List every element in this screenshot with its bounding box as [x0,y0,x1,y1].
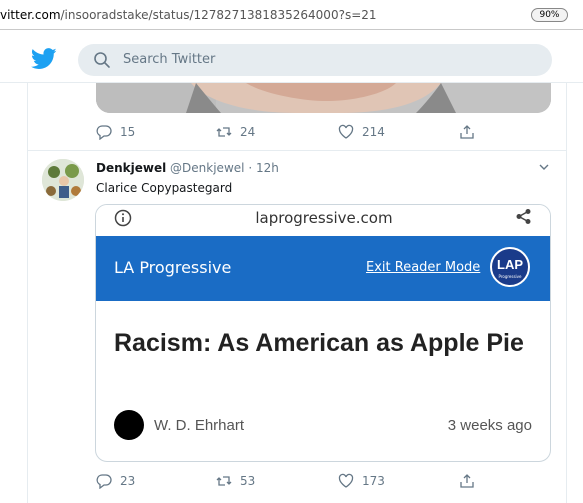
previous-tweet-actions: 15 24 214 [96,122,516,142]
search-input[interactable]: Search Twitter [78,44,552,76]
article-headline[interactable]: Racism: As American as Apple Pie [114,327,534,360]
share-icon[interactable] [515,208,532,225]
author-avatar [114,410,144,440]
like-count: 214 [362,125,385,139]
search-placeholder: Search Twitter [123,52,216,67]
previous-tweet-photo[interactable] [96,83,551,113]
reply-button[interactable]: 15 [96,122,135,142]
site-logo-text: LAP [497,257,523,272]
avatar[interactable] [42,159,84,201]
site-logo-subtext: Progressive [498,274,522,279]
retweet-button[interactable]: 24 [216,122,255,142]
photo-fragment [96,83,551,113]
reply-icon [96,125,112,140]
like-button[interactable]: 173 [338,471,385,491]
twitter-bird-icon[interactable] [31,48,57,70]
site-logo: LAP Progressive [490,247,530,287]
url-text[interactable]: vitter.com/insooradstake/status/12782713… [0,8,377,22]
heart-icon [338,473,354,488]
twitter-header: Search Twitter [0,31,583,83]
reader-banner: LA Progressive Exit Reader Mode LAP Prog… [96,236,550,301]
tweet-header: Denkjewel @Denkjewel · 12h [96,161,279,175]
site-name: LA Progressive [114,258,232,277]
url-host: vitter.com [0,8,61,22]
url-path: /insooradstake/status/127827138183526400… [60,8,377,22]
avatar-image [42,159,84,201]
exit-reader-mode-link[interactable]: Exit Reader Mode [366,260,480,275]
retweet-icon [216,127,232,137]
retweet-icon [216,476,232,486]
retweet-button[interactable]: 53 [216,471,255,491]
reply-count: 23 [120,474,136,488]
chevron-down-icon[interactable] [537,160,551,174]
share-button[interactable] [459,471,483,491]
link-card[interactable]: laprogressive.com LA Progressive Exit Re… [95,204,551,462]
reply-count: 15 [120,125,136,139]
like-button[interactable]: 214 [338,122,385,142]
reply-icon [96,474,112,489]
tweet-time[interactable]: 12h [256,161,279,175]
retweet-count: 24 [240,125,256,139]
user-handle[interactable]: @Denkjewel [170,161,244,175]
like-count: 173 [362,474,385,488]
browser-address-bar[interactable]: vitter.com/insooradstake/status/12782713… [0,0,583,30]
share-icon [460,125,474,139]
display-name[interactable]: Denkjewel [96,161,166,175]
article-author: W. D. Ehrhart [154,417,245,434]
share-button[interactable] [459,122,483,142]
heart-icon [338,124,354,139]
retweet-count: 53 [240,474,256,488]
tweet-text: Clarice Copypastegard [96,181,233,195]
tweet-actions: 23 53 173 [96,471,516,491]
dot-separator: · [248,161,253,175]
share-icon [460,474,474,488]
tweet-divider [28,150,566,151]
zoom-level-badge[interactable]: 90% [531,8,568,22]
search-icon [94,52,110,68]
card-topbar: laprogressive.com [96,205,550,235]
reply-button[interactable]: 23 [96,471,135,491]
card-domain: laprogressive.com [255,209,393,227]
article-age: 3 weeks ago [447,417,532,434]
